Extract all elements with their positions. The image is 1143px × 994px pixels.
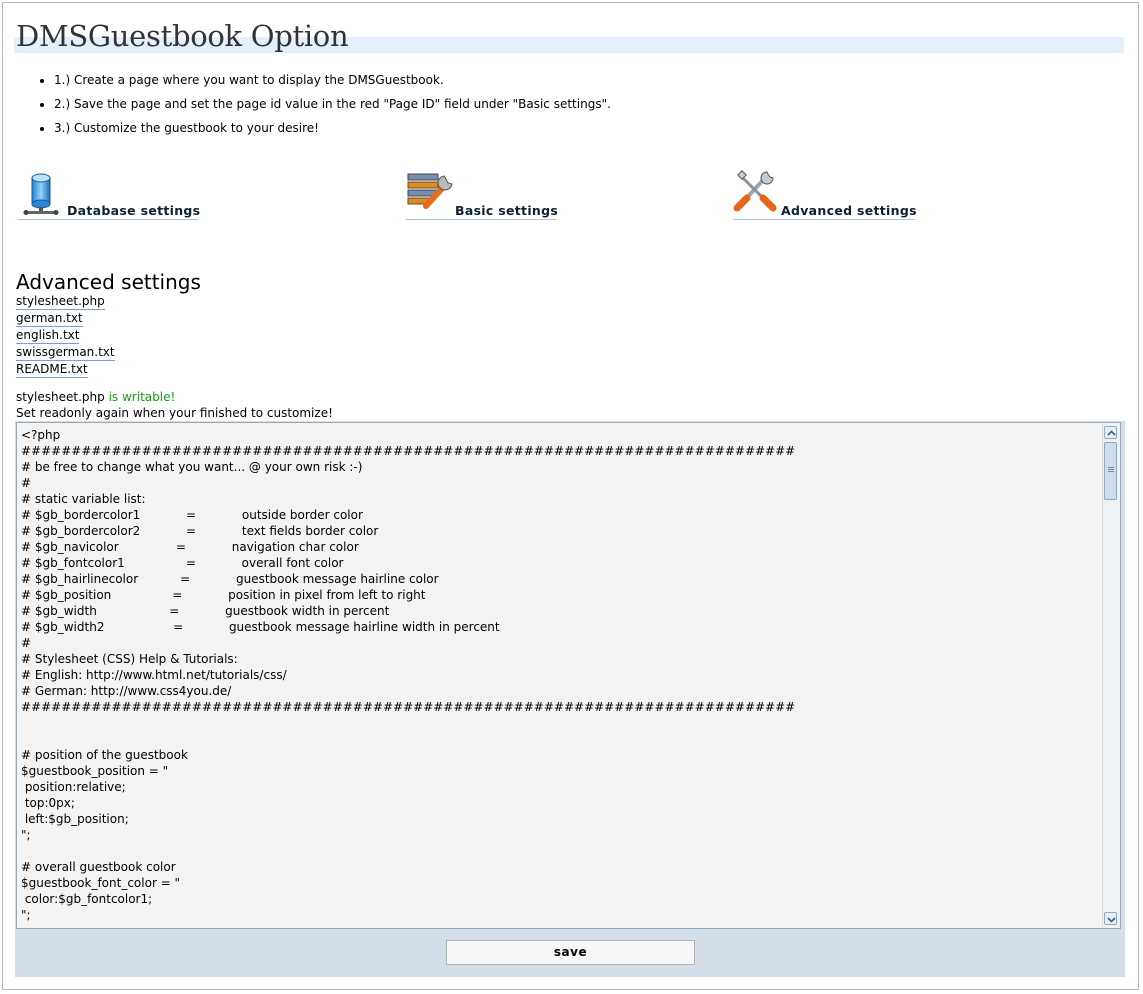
write-status-line: stylesheet.php is writable!	[16, 389, 333, 405]
instruction-step-1: 1.) Create a page where you want to disp…	[54, 68, 611, 92]
status-file-name: stylesheet.php	[16, 390, 105, 404]
write-status: stylesheet.php is writable! Set readonly…	[16, 389, 333, 421]
nav-database-settings-label[interactable]: Database settings	[67, 203, 200, 218]
instruction-step-3: 3.) Customize the guestbook to your desi…	[54, 116, 611, 140]
status-note: Set readonly again when your finished to…	[16, 406, 333, 420]
editor-scrollbar[interactable]	[1102, 424, 1119, 927]
editor-panel: <?php ##################################…	[15, 421, 1125, 977]
tools-icon	[733, 168, 777, 215]
file-link-swissgerman[interactable]: swissgerman.txt	[16, 344, 115, 361]
database-server-icon	[18, 168, 64, 219]
stylesheet-editor[interactable]: <?php ##################################…	[16, 422, 1121, 929]
nav-advanced-settings[interactable]: Advanced settings	[733, 168, 917, 220]
chevron-down-icon	[1107, 917, 1116, 923]
advanced-settings-heading: Advanced settings	[16, 270, 201, 294]
file-link-english[interactable]: english.txt	[16, 327, 80, 344]
file-list: stylesheet.php german.txt english.txt sw…	[16, 293, 115, 378]
nav-basic-settings-label[interactable]: Basic settings	[455, 203, 558, 218]
instruction-list: 1.) Create a page where you want to disp…	[16, 68, 611, 140]
scroll-up-button[interactable]	[1104, 426, 1117, 439]
nav-advanced-settings-label[interactable]: Advanced settings	[781, 203, 917, 218]
instruction-step-2: 2.) Save the page and set the page id va…	[54, 92, 611, 116]
scroll-down-button[interactable]	[1104, 912, 1117, 925]
chevron-up-icon	[1107, 430, 1116, 436]
file-link-german[interactable]: german.txt	[16, 310, 83, 327]
save-button[interactable]: save	[446, 940, 695, 965]
nav-database-settings[interactable]: Database settings	[18, 168, 200, 220]
nav-basic-settings[interactable]: Basic settings	[406, 168, 558, 220]
settings-wrench-icon	[406, 168, 456, 215]
file-link-stylesheet[interactable]: stylesheet.php	[16, 293, 105, 310]
scroll-thumb[interactable]	[1104, 442, 1117, 500]
status-writable-text: is writable!	[108, 390, 176, 404]
page-title: DMSGuestbook Option	[16, 19, 349, 53]
stylesheet-editor-content[interactable]: <?php ##################################…	[17, 423, 1101, 923]
scroll-grip-icon	[1108, 467, 1114, 468]
file-link-readme[interactable]: README.txt	[16, 361, 88, 378]
